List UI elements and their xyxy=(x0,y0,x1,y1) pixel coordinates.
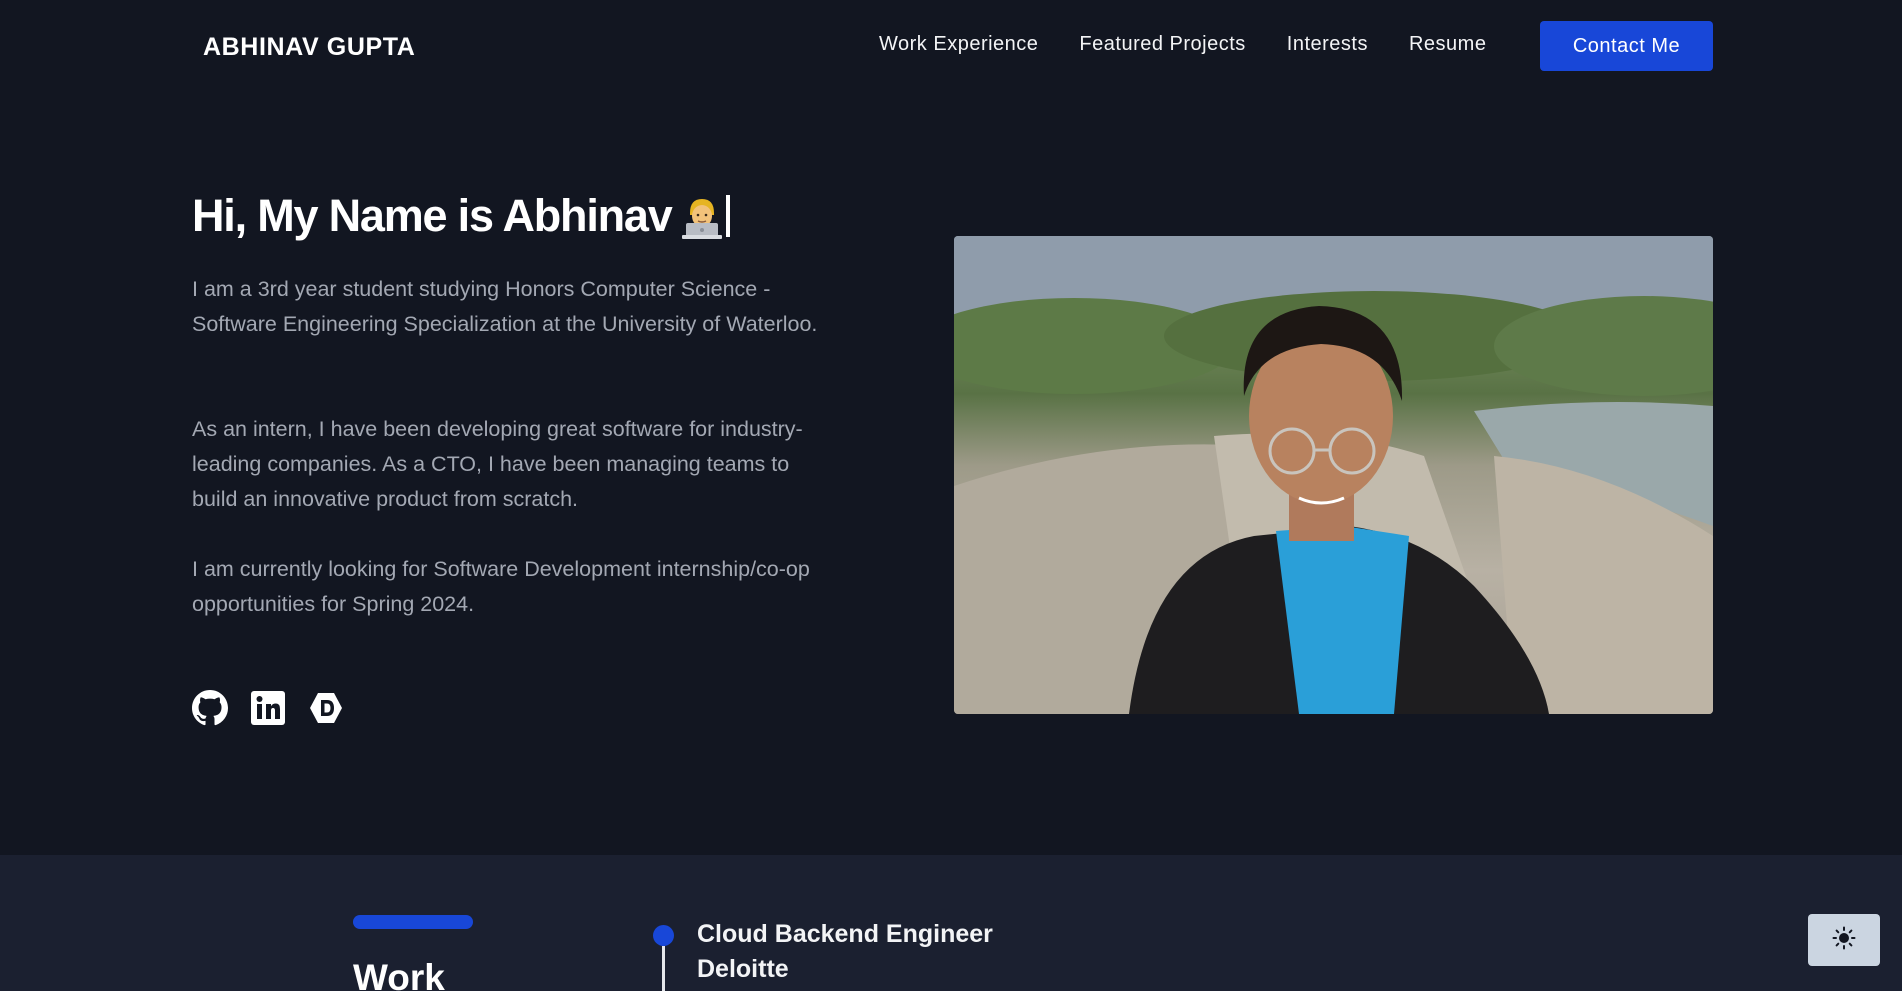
typing-caret xyxy=(725,195,730,237)
portfolio-page: ABHINAV GUPTA Work Experience Featured P… xyxy=(0,0,1902,991)
work-heading: Work xyxy=(353,957,445,991)
bio-paragraph-1: I am a 3rd year student studying Honors … xyxy=(192,277,818,336)
sun-icon xyxy=(1832,926,1856,955)
github-icon[interactable] xyxy=(192,690,228,726)
nav-featured-projects[interactable]: Featured Projects xyxy=(1079,33,1245,56)
linkedin-icon[interactable] xyxy=(250,690,286,726)
bio-paragraph-2: As an intern, I have been developing gre… xyxy=(192,417,803,511)
site-header: ABHINAV GUPTA Work Experience Featured P… xyxy=(0,0,1902,92)
work-section: Work Cloud Backend Engineer Deloitte xyxy=(0,855,1902,991)
section-accent-bar xyxy=(353,915,473,929)
main-nav: Work Experience Featured Projects Intere… xyxy=(879,33,1527,56)
timeline-dot xyxy=(653,925,674,946)
bio-paragraph-3: I am currently looking for Software Deve… xyxy=(192,557,810,616)
timeline-line xyxy=(662,946,665,991)
hero-title-text: Hi, My Name is Abhinav xyxy=(192,190,673,241)
technologist-emoji-icon xyxy=(681,193,722,239)
profile-photo xyxy=(954,236,1713,714)
hero-heading: Hi, My Name is Abhinav xyxy=(192,190,730,242)
job-company: Deloitte xyxy=(697,955,789,983)
devpost-icon[interactable] xyxy=(308,690,344,726)
theme-toggle-button[interactable] xyxy=(1808,914,1880,966)
brand-logo[interactable]: ABHINAV GUPTA xyxy=(203,33,415,62)
job-title: Cloud Backend Engineer xyxy=(697,920,993,948)
social-links xyxy=(192,690,366,726)
nav-work-experience[interactable]: Work Experience xyxy=(879,33,1038,56)
contact-me-button[interactable]: Contact Me xyxy=(1540,21,1713,71)
nav-resume[interactable]: Resume xyxy=(1409,33,1486,56)
nav-interests[interactable]: Interests xyxy=(1287,33,1368,56)
